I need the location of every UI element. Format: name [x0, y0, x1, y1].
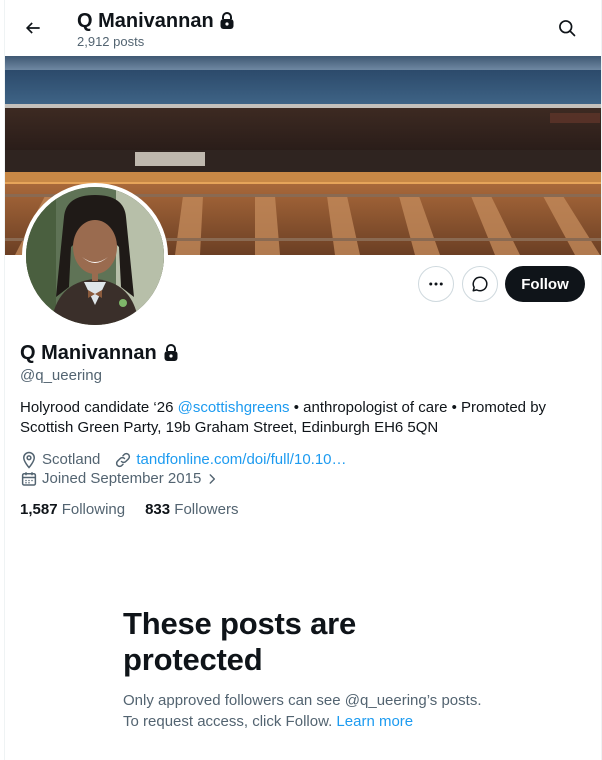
profile-name-text: Q Manivannan — [20, 342, 157, 364]
protected-title: These posts are protected — [123, 606, 357, 677]
followers-count: 833 — [145, 501, 171, 518]
following-label: Following — [61, 501, 126, 518]
lock-icon — [164, 344, 178, 361]
profile-bio: Holyrood candidate ‘26 @scottishgreens •… — [20, 398, 580, 438]
website-item: tandfonline.com/doi/full/10.10… — [114, 450, 347, 470]
arrow-left-icon — [25, 22, 40, 34]
profile-meta-row-2: Joined September 2015 — [20, 469, 233, 489]
location-pin-icon — [22, 451, 36, 469]
bio-mention-link[interactable]: @scottishgreens — [178, 399, 290, 416]
header-name: Q Manivannan — [77, 10, 214, 32]
followers-label: Followers — [174, 501, 239, 518]
link-icon — [116, 452, 131, 468]
profile-avatar[interactable] — [22, 183, 168, 329]
message-icon — [472, 276, 488, 292]
calendar-icon — [21, 472, 37, 486]
learn-more-link[interactable]: Learn more — [336, 713, 413, 730]
chevron-right-icon — [209, 474, 216, 484]
profile-page: Q Manivannan 2,912 posts Follow Q Maniva… — [4, 0, 602, 760]
joined-item[interactable]: Joined September 2015 — [20, 469, 219, 489]
message-button[interactable] — [462, 266, 498, 302]
follow-stats: 1,587 Following 833 Followers — [20, 500, 238, 520]
protected-text: Only approved followers can see @q_ueeri… — [123, 692, 482, 730]
location-text: Scotland — [42, 451, 101, 468]
header-title-block: Q Manivannan 2,912 posts — [77, 9, 235, 50]
lock-icon — [220, 12, 234, 29]
location-item: Scotland — [20, 450, 100, 470]
more-dots-icon — [429, 282, 443, 286]
header-title: Q Manivannan — [77, 9, 235, 33]
profile-name: Q Manivannan — [20, 341, 179, 365]
profile-meta-row-1: Scotland tandfonline.com/doi/full/10.10… — [20, 450, 361, 470]
back-button[interactable] — [17, 12, 49, 44]
following-stat[interactable]: 1,587 Following — [20, 500, 125, 520]
following-count: 1,587 — [20, 501, 58, 518]
more-button[interactable] — [418, 266, 454, 302]
top-bar: Q Manivannan 2,912 posts — [5, 0, 601, 56]
search-button[interactable] — [553, 14, 581, 42]
protected-description: Only approved followers can see @q_ueeri… — [123, 690, 493, 732]
posts-count: 2,912 posts — [77, 34, 145, 49]
follow-button[interactable]: Follow — [505, 266, 585, 302]
search-icon — [559, 20, 576, 37]
protected-notice: These posts are protected Only approved … — [123, 606, 493, 732]
website-link[interactable]: tandfonline.com/doi/full/10.10… — [136, 450, 346, 470]
joined-text: Joined September 2015 — [42, 470, 202, 487]
profile-handle: @q_ueering — [20, 367, 102, 384]
bio-text-start: Holyrood candidate ‘26 — [20, 399, 178, 416]
followers-stat[interactable]: 833 Followers — [145, 500, 238, 520]
